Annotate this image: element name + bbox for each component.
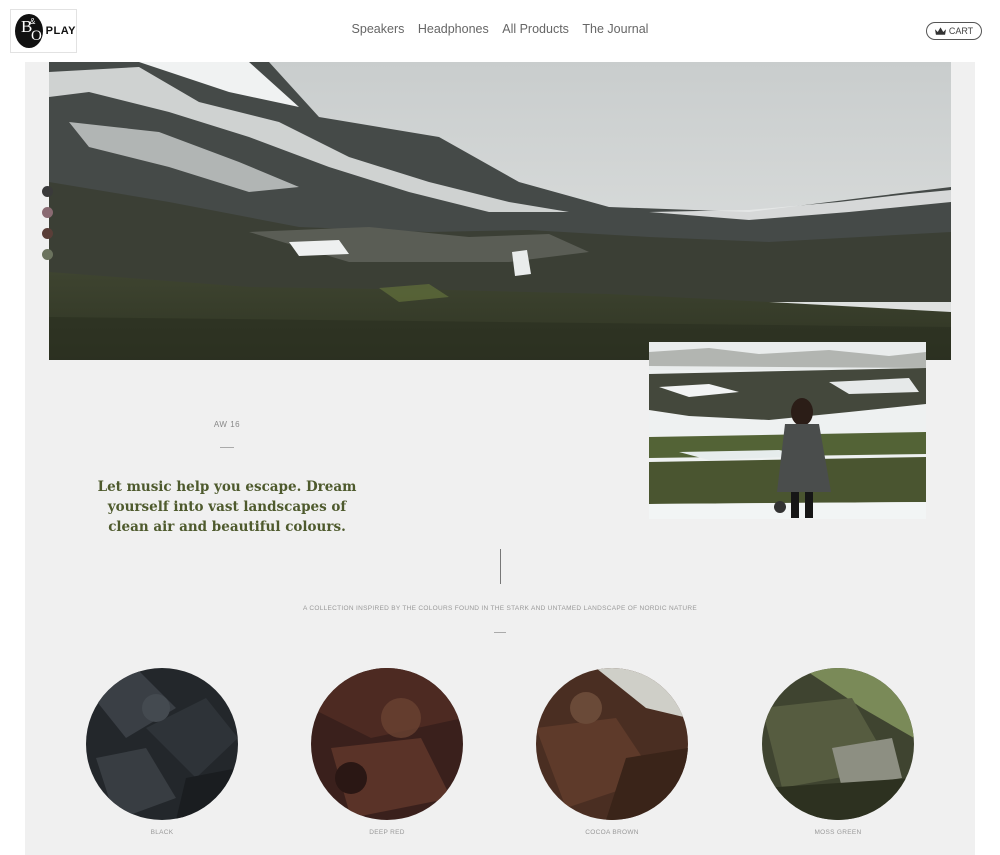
person-landscape-image: [649, 342, 926, 519]
colour-circle-black[interactable]: [86, 668, 238, 820]
colour-circle-cocoa-brown[interactable]: [536, 668, 688, 820]
vertical-divider: [500, 549, 501, 584]
cart-button[interactable]: CART: [926, 22, 982, 40]
colour-label-black: BLACK: [150, 829, 174, 836]
hero-landscape-image: [49, 62, 951, 360]
colour-label-deep-red: DEEP RED: [369, 829, 405, 836]
swatch-deep-red[interactable]: [42, 207, 53, 218]
tagline-divider: [494, 632, 506, 633]
season-label: AW 16: [213, 420, 241, 429]
colour-circle-deep-red[interactable]: [311, 668, 463, 820]
colour-label-cocoa-brown: COCOA BROWN: [585, 829, 639, 836]
nav-speakers[interactable]: Speakers: [352, 22, 405, 36]
swatch-black[interactable]: [42, 186, 53, 197]
colour-circle-moss-green[interactable]: [762, 668, 914, 820]
season-divider: [220, 447, 234, 448]
main-nav: Speakers Headphones All Products The Jou…: [0, 22, 1000, 36]
site-header: B & O PLAY Speakers Headphones All Produ…: [0, 0, 1000, 62]
nav-headphones[interactable]: Headphones: [418, 22, 489, 36]
headphone-accessory: [774, 501, 786, 513]
swatch-moss-green[interactable]: [42, 249, 53, 260]
cart-label: CART: [948, 26, 974, 36]
colour-label-moss-green: MOSS GREEN: [814, 829, 862, 836]
intro-headline: Let music help you escape. Dream yoursel…: [97, 479, 357, 535]
swatch-cocoa-brown[interactable]: [42, 228, 53, 239]
colour-swatch-selector: [42, 186, 53, 270]
crown-icon: [934, 26, 946, 35]
collection-tagline: A COLLECTION INSPIRED BY THE COLOURS FOU…: [302, 605, 698, 612]
nav-all-products[interactable]: All Products: [502, 22, 569, 36]
nav-the-journal[interactable]: The Journal: [582, 22, 648, 36]
